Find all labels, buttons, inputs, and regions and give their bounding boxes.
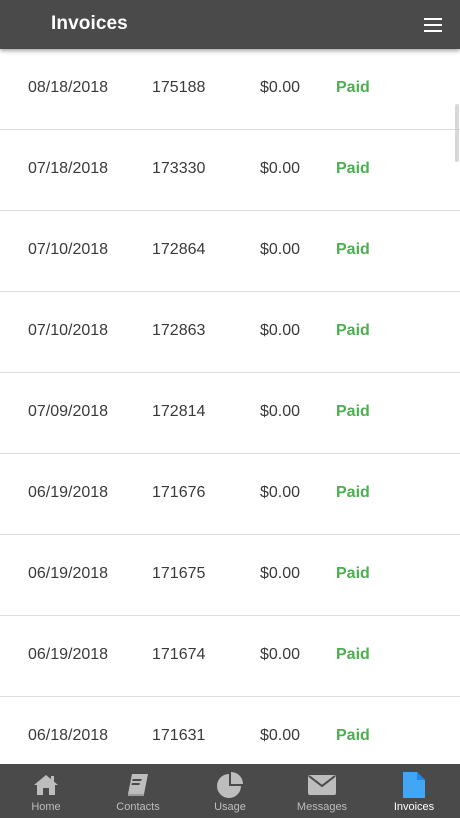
invoice-date: 07/18/2018: [28, 160, 109, 177]
tab-usage[interactable]: Usage: [184, 764, 276, 818]
bottom-tab-bar: Home Contacts Usage Messages Invoices: [0, 764, 460, 818]
invoice-date: 07/10/2018: [28, 241, 109, 258]
contacts-book-icon: [124, 771, 152, 799]
invoice-row[interactable]: 07/10/2018 172864 $0.00 Paid: [0, 211, 460, 292]
tab-label: Contacts: [116, 801, 160, 813]
invoice-amount: $0.00: [260, 322, 301, 339]
app-header: Invoices: [0, 0, 460, 49]
home-icon: [32, 771, 60, 799]
tab-messages[interactable]: Messages: [276, 764, 368, 818]
invoice-date: 06/19/2018: [28, 565, 109, 582]
invoice-amount: $0.00: [260, 403, 301, 420]
tab-label: Messages: [296, 801, 348, 813]
invoice-row[interactable]: 07/18/2018 173330 $0.00 Paid: [0, 130, 460, 211]
tab-home[interactable]: Home: [0, 764, 92, 818]
invoice-amount: $0.00: [260, 160, 301, 177]
invoice-number: 171676: [152, 484, 206, 501]
invoice-number: 173330: [152, 160, 206, 177]
scrollbar-thumb[interactable]: [455, 104, 459, 162]
tab-label: Usage: [214, 801, 246, 813]
invoice-status: Paid: [336, 565, 370, 582]
invoice-row[interactable]: 07/09/2018 172814 $0.00 Paid: [0, 373, 460, 454]
page-title: Invoices: [51, 13, 128, 34]
envelope-icon: [308, 771, 336, 799]
invoice-date: 07/10/2018: [28, 322, 109, 339]
invoice-number: 175188: [152, 79, 206, 96]
hamburger-menu-icon: [424, 18, 442, 32]
pie-chart-icon: [216, 771, 244, 799]
invoice-date: 08/18/2018: [28, 79, 109, 96]
invoice-row[interactable]: 07/10/2018 172863 $0.00 Paid: [0, 292, 460, 373]
invoice-amount: $0.00: [260, 565, 301, 582]
invoice-row[interactable]: 06/19/2018 171675 $0.00 Paid: [0, 535, 460, 616]
invoice-number: 171631: [152, 727, 206, 744]
invoice-amount: $0.00: [260, 79, 301, 96]
invoice-status: Paid: [336, 484, 370, 501]
invoice-row[interactable]: 06/19/2018 171676 $0.00 Paid: [0, 454, 460, 535]
invoice-date: 06/19/2018: [28, 484, 109, 501]
invoice-status: Paid: [336, 646, 370, 663]
invoice-row[interactable]: 06/19/2018 171674 $0.00 Paid: [0, 616, 460, 697]
tab-label: Home: [31, 801, 61, 813]
invoice-status: Paid: [336, 160, 370, 177]
document-icon: [400, 771, 428, 799]
invoice-number: 171675: [152, 565, 206, 582]
invoice-number: 172864: [152, 241, 206, 258]
tab-contacts[interactable]: Contacts: [92, 764, 184, 818]
invoice-amount: $0.00: [260, 241, 301, 258]
invoice-date: 06/18/2018: [28, 727, 109, 744]
invoice-amount: $0.00: [260, 484, 301, 501]
invoice-row[interactable]: 06/18/2018 171631 $0.00 Paid: [0, 697, 460, 764]
invoice-number: 172814: [152, 403, 206, 420]
invoice-status: Paid: [336, 322, 370, 339]
hamburger-menu-button[interactable]: [418, 12, 448, 38]
invoice-status: Paid: [336, 241, 370, 258]
invoice-date: 07/09/2018: [28, 403, 109, 420]
invoice-status: Paid: [336, 403, 370, 420]
invoice-number: 172863: [152, 322, 206, 339]
tab-invoices[interactable]: Invoices: [368, 764, 460, 818]
invoice-status: Paid: [336, 727, 370, 744]
tab-label: Invoices: [393, 801, 435, 813]
invoice-row[interactable]: 08/18/2018 175188 $0.00 Paid: [0, 49, 460, 130]
invoice-status: Paid: [336, 79, 370, 96]
invoice-date: 06/19/2018: [28, 646, 109, 663]
invoice-number: 171674: [152, 646, 206, 663]
invoice-amount: $0.00: [260, 646, 301, 663]
invoice-amount: $0.00: [260, 727, 301, 744]
invoice-list[interactable]: 08/18/2018 175188 $0.00 Paid 07/18/2018 …: [0, 49, 460, 764]
